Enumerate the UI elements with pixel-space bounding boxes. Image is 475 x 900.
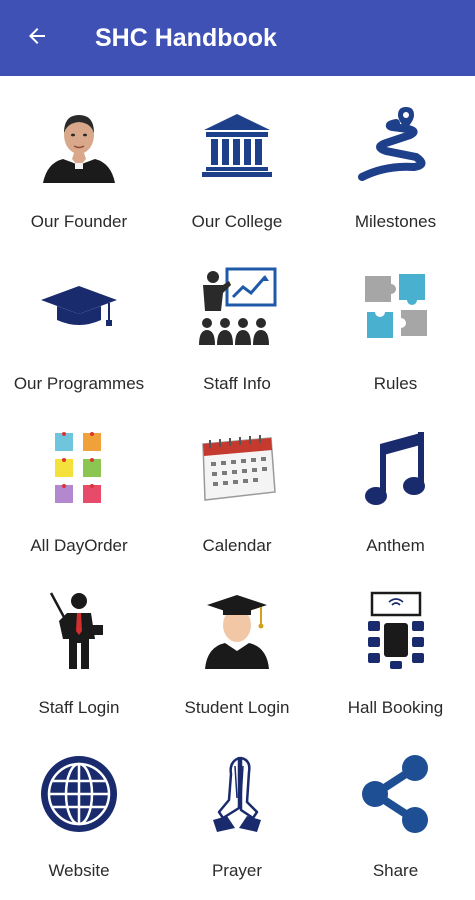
menu-item-our-founder[interactable]: Our Founder: [0, 76, 158, 238]
menu-item-anthem[interactable]: Anthem: [316, 400, 475, 562]
menu-item-label: All DayOrder: [30, 536, 128, 555]
menu-item-hall-booking[interactable]: Hall Booking: [316, 562, 475, 725]
menu-item-label: Student Login: [184, 698, 290, 717]
app-bar: SHC Handbook: [0, 0, 475, 76]
page-title: SHC Handbook: [95, 23, 277, 52]
conference-hall-icon: [348, 589, 444, 673]
praying-hands-icon: [189, 752, 285, 836]
menu-item-website[interactable]: Website: [0, 725, 158, 888]
menu-item-label: Staff Login: [38, 698, 120, 717]
menu-item-label: Our Founder: [30, 212, 128, 231]
menu-item-label: Our College: [191, 212, 283, 231]
menu-item-label: Share: [372, 861, 419, 880]
menu-item-label: Rules: [373, 374, 418, 393]
menu-item-label: Website: [48, 861, 110, 880]
share-icon: [348, 752, 444, 836]
menu-item-student-login[interactable]: Student Login: [158, 562, 316, 725]
menu-item-share[interactable]: Share: [316, 725, 475, 888]
teacher-icon: [31, 589, 127, 673]
menu-item-calendar[interactable]: Calendar: [158, 400, 316, 562]
menu-item-all-dayorder[interactable]: All DayOrder: [0, 400, 158, 562]
arrow-back-icon: [25, 24, 49, 53]
menu-item-staff-login[interactable]: Staff Login: [0, 562, 158, 725]
globe-icon: [31, 752, 127, 836]
presentation-icon: [189, 265, 285, 349]
music-note-icon: [348, 427, 444, 511]
menu-item-staff-info[interactable]: Staff Info: [158, 238, 316, 400]
menu-item-our-college[interactable]: Our College: [158, 76, 316, 238]
menu-item-label: Staff Info: [203, 374, 271, 393]
menu-item-label: Anthem: [366, 536, 425, 555]
menu-item-rules[interactable]: Rules: [316, 238, 475, 400]
menu-item-label: Our Programmes: [13, 374, 145, 393]
graduation-cap-icon: [31, 265, 127, 349]
menu-item-label: Calendar: [202, 536, 272, 555]
menu-item-prayer[interactable]: Prayer: [158, 725, 316, 888]
menu-item-our-programmes[interactable]: Our Programmes: [0, 238, 158, 400]
milestone-path-icon: [348, 103, 444, 187]
college-building-icon: [189, 103, 285, 187]
puzzle-icon: [348, 265, 444, 349]
menu-item-label: Prayer: [211, 861, 263, 880]
student-icon: [189, 589, 285, 673]
menu-item-label: Hall Booking: [347, 698, 444, 717]
founder-portrait-icon: [31, 103, 127, 187]
calendar-icon: [189, 427, 285, 511]
sticky-notes-icon: [31, 427, 127, 511]
menu-item-milestones[interactable]: Milestones: [316, 76, 475, 238]
back-button[interactable]: [13, 14, 61, 62]
menu-item-label: Milestones: [354, 212, 437, 231]
menu-grid: Our Founder Our College Milestones Our P…: [0, 76, 475, 900]
